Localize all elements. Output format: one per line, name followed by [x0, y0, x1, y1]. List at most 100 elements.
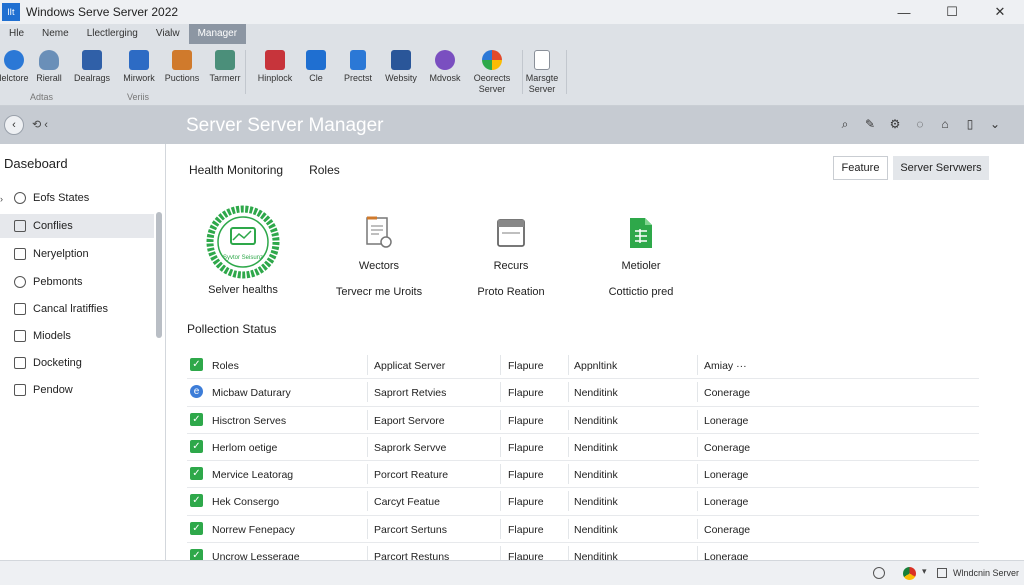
- page-title: Server Server Manager: [186, 115, 384, 136]
- tile-title: Recurs: [493, 260, 529, 272]
- table-row[interactable]: ✓ Herlom oetige Saprork Servve Flapure N…: [187, 434, 979, 462]
- status-icon: [14, 192, 26, 204]
- sidebar-item-label: Pebmonts: [33, 276, 83, 288]
- table-row[interactable]: ✓ Mervice Leatorag Porcort Reature Flapu…: [187, 461, 979, 489]
- ribbon-toolbar: lelctore Rierall Dealrags Mirwork Puctio…: [0, 44, 1024, 106]
- row-cell: Nenditink: [574, 441, 618, 454]
- row-cell: Applicat Server: [374, 360, 446, 372]
- header-icons: ⌕ ✎ ⚙ ◌ ⌂ ▯ ⌄: [838, 116, 1002, 132]
- sidebar-item-payments[interactable]: Pebmonts: [0, 270, 154, 294]
- list-icon: [14, 330, 26, 342]
- table-row[interactable]: ✓ Roles Applicat Server Flapure Appnltin…: [187, 352, 979, 380]
- ribbon-tool-objects-server[interactable]: Oeorects Server: [464, 50, 520, 95]
- ribbon-group-label: Adtas: [30, 92, 54, 102]
- sidebar-item-status[interactable]: Eofs States: [0, 186, 154, 210]
- row-cell: Flapure: [508, 469, 544, 482]
- tile-metioler[interactable]: Metioler Cottictio pred: [576, 204, 706, 298]
- window-icon: [937, 568, 947, 578]
- row-cell: Saprork Servve: [374, 441, 447, 454]
- checkmark-icon: ✓: [190, 494, 203, 508]
- checkmark-icon: ✓: [190, 412, 203, 426]
- clock-icon[interactable]: [873, 567, 885, 579]
- row-cell: Conerage: [704, 387, 751, 400]
- row-cell: Flapure: [508, 496, 544, 509]
- menu-file[interactable]: Hle: [0, 24, 33, 44]
- table-row[interactable]: ✓ Norrew Fenepacy Parcort Sertuns Flapur…: [187, 516, 979, 544]
- settings-icon[interactable]: ⚙: [888, 116, 902, 132]
- sidebar-item-window[interactable]: Pendow: [0, 378, 154, 402]
- row-cell: Saprort Retvies: [374, 387, 447, 400]
- sidebar-item-label: Miodels: [33, 330, 71, 342]
- sidebar-item-models[interactable]: Miodels: [0, 324, 154, 348]
- column-divider: [568, 436, 569, 457]
- ribbon-tool-manage-server[interactable]: Marsgte Server: [514, 50, 570, 95]
- row-name: Mervice Leatorag: [212, 469, 294, 482]
- file-icon: [14, 220, 26, 232]
- column-divider: [500, 491, 501, 512]
- row-name: Micbaw Daturary: [212, 387, 291, 400]
- puzzle-icon: [172, 50, 192, 70]
- chevron-down-icon[interactable]: ⌄: [988, 116, 1002, 132]
- row-cell: Carcyt Featue: [374, 496, 440, 509]
- column-divider: [568, 409, 569, 430]
- sidebar-item-encryption[interactable]: Neryelption: [0, 242, 154, 266]
- sidebar-item-docketing[interactable]: Docketing: [0, 351, 154, 375]
- column-divider: [568, 355, 569, 375]
- feature-button[interactable]: Feature: [833, 156, 888, 180]
- column-divider: [697, 382, 698, 403]
- ribbon-tool-label: Marsgte Server: [525, 73, 559, 94]
- search-icon[interactable]: ⌕: [838, 116, 852, 132]
- tile-title: Metioler: [621, 260, 661, 272]
- row-name: Roles: [212, 360, 239, 372]
- row-cell: Flapure: [508, 360, 544, 372]
- column-divider: [568, 518, 569, 539]
- spreadsheet-icon: [630, 218, 652, 248]
- table-row[interactable]: e Micbaw Daturary Saprort Retvies Flapur…: [187, 379, 979, 407]
- back-button[interactable]: ‹: [4, 115, 24, 135]
- minimize-button[interactable]: —: [880, 0, 928, 24]
- tag-icon[interactable]: ⌂: [938, 116, 952, 132]
- menu-selecting[interactable]: Llectlerging: [78, 24, 147, 44]
- column-divider: [568, 382, 569, 403]
- maximize-button[interactable]: ☐: [928, 0, 976, 24]
- menu-view[interactable]: Vialw: [147, 24, 189, 44]
- sidebar-scrollbar[interactable]: [156, 212, 162, 338]
- sidebar-dashboard[interactable]: Daseboard: [4, 156, 68, 171]
- row-cell: Lonerage: [704, 469, 749, 482]
- table-row[interactable]: ✓ Hisctron Serves Eaport Servore Flapure…: [187, 407, 979, 434]
- column-divider: [500, 355, 501, 375]
- status-bar: ▾ Wlndcnin Server: [0, 560, 1024, 585]
- row-cell: Flapure: [508, 523, 544, 536]
- chevron-down-icon[interactable]: ▾: [922, 566, 927, 577]
- table-row[interactable]: ✓ Hek Consergo Carcyt Featue Flapure Nen…: [187, 488, 979, 516]
- server-servers-button[interactable]: Server Servwers: [893, 156, 989, 180]
- pen-icon[interactable]: ✎: [863, 116, 877, 132]
- browser-icon[interactable]: [903, 567, 916, 580]
- sidebar-item-configs[interactable]: Conflies: [0, 214, 154, 238]
- refresh-forward-controls[interactable]: ⟲ ‹: [32, 118, 48, 131]
- menu-bar: Hle Neme Llectlerging Vialw Manager: [0, 24, 1024, 44]
- book-icon: [129, 50, 149, 70]
- close-button[interactable]: ✕: [976, 0, 1024, 24]
- tile-recurs[interactable]: Recurs Proto Reation: [446, 204, 576, 298]
- tile-server-health[interactable]: Syvtor Seisunz Selver healths: [178, 204, 308, 296]
- menu-home[interactable]: Neme: [33, 24, 78, 44]
- tab-health-monitoring[interactable]: Health Monitoring: [189, 163, 283, 177]
- document-icon: [14, 248, 26, 260]
- column-divider: [500, 409, 501, 430]
- sidebar-item-label: Eofs States: [33, 192, 90, 204]
- sidebar: Daseboard › Eofs States Conflies Neryelp…: [0, 144, 166, 560]
- tile-vectors[interactable]: Wectors Tervecr me Uroits: [314, 204, 444, 298]
- row-cell: Amiay ···: [704, 360, 747, 372]
- sidebar-item-capabilities[interactable]: Cancal lratiffies: [0, 297, 154, 321]
- row-cell: Lonerage: [704, 414, 749, 427]
- clipboard-icon[interactable]: ▯: [963, 116, 977, 132]
- column-divider: [367, 382, 368, 403]
- chat-icon[interactable]: ◌: [913, 116, 927, 132]
- tab-roles[interactable]: Roles: [309, 163, 340, 177]
- window-icon: [497, 219, 525, 247]
- column-divider: [697, 518, 698, 539]
- checkmark-icon: ✓: [190, 358, 203, 371]
- menu-manager[interactable]: Manager: [188, 24, 247, 44]
- row-cell: Nenditink: [574, 496, 618, 509]
